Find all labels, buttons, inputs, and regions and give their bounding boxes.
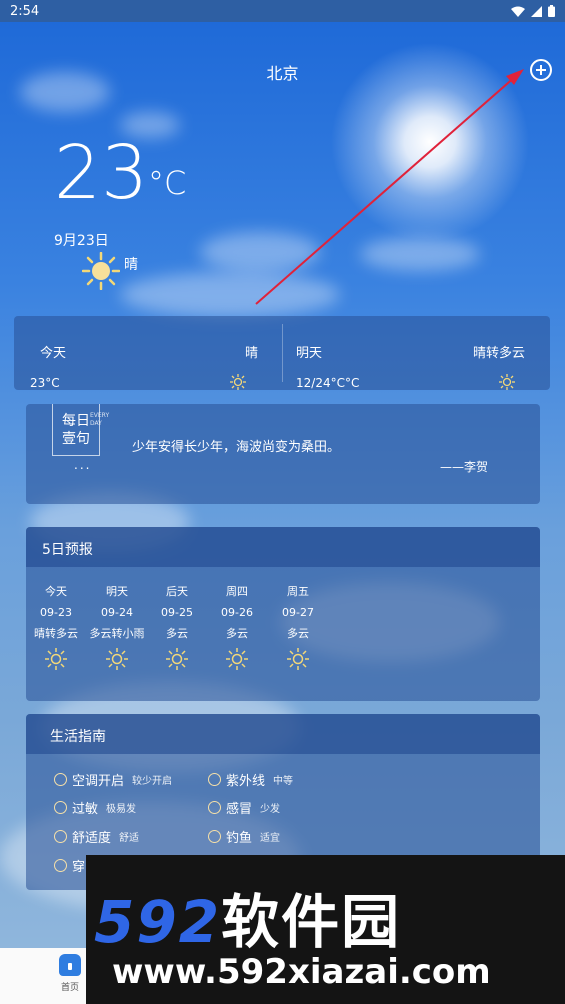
dressing-icon (54, 859, 67, 872)
forecast-date: 09-23 (40, 606, 72, 619)
signal-icon (531, 5, 542, 17)
tomorrow-temp: 12/24°C°C (296, 376, 360, 390)
current-temperature: 23 (54, 130, 149, 216)
guide-item[interactable]: 钓鱼 适宜 (208, 827, 280, 846)
forecast-date: 09-27 (282, 606, 314, 619)
forecast-condition: 晴转多云 (34, 627, 78, 640)
forecast-day-name: 周四 (226, 585, 248, 598)
today-sun-icon (230, 374, 246, 390)
forecast-day[interactable]: 今天 09-23 晴转多云 (26, 581, 86, 670)
battery-icon (548, 5, 555, 17)
status-time: 2:54 (10, 3, 40, 19)
forecast-sun-icon (106, 648, 128, 670)
daily-quote-badge-en: EVERY DAY (90, 412, 110, 427)
watermark-number: 592 (94, 888, 222, 956)
status-bar: 2:54 (0, 0, 565, 22)
comfort-icon (54, 830, 67, 843)
sun-icon (82, 252, 120, 290)
cold-icon (208, 801, 221, 814)
uv-icon (208, 773, 221, 786)
today-condition: 晴 (245, 346, 259, 361)
forecast-day-name: 今天 (45, 585, 67, 598)
guide-item[interactable]: 空调开启 较少开启 (54, 770, 172, 789)
forecast-day[interactable]: 周四 09-26 多云 (207, 581, 267, 670)
forecast-title: 5日预报 (42, 542, 93, 558)
forecast-condition: 多云转小雨 (89, 627, 145, 640)
forecast-sun-icon (287, 648, 309, 670)
forecast-sun-icon (45, 648, 67, 670)
tomorrow-label: 明天 (296, 346, 323, 361)
forecast-date: 09-25 (161, 606, 193, 619)
city-name[interactable]: 北京 (0, 60, 565, 84)
five-day-forecast: 5日预报 今天 09-23 晴转多云 明天 09-24 多云转小雨 后天 09-25 多云 周四 0… (26, 527, 540, 701)
aircon-icon (54, 773, 67, 786)
wifi-icon (511, 6, 525, 17)
quote-author: ——李贺 (440, 460, 489, 474)
guide-item[interactable]: 舒适度 舒适 (54, 827, 139, 846)
today-label: 今天 (40, 346, 67, 361)
guide-item[interactable]: 过敏 极易发 (54, 798, 136, 817)
home-icon (59, 954, 81, 976)
forecast-day[interactable]: 明天 09-24 多云转小雨 (87, 581, 147, 670)
forecast-condition: 多云 (287, 627, 309, 640)
forecast-date: 09-26 (221, 606, 253, 619)
forecast-day-name: 周五 (287, 585, 309, 598)
add-city-button[interactable] (530, 59, 552, 81)
daily-quote-card[interactable]: 每日 壹句 EVERY DAY ... 少年安得长少年，海波尚变为桑田。 ——李贺 (26, 404, 540, 504)
forecast-sun-icon (226, 648, 248, 670)
tomorrow-sun-icon (499, 374, 515, 390)
forecast-condition: 多云 (166, 627, 188, 640)
watermark-url: www.592xiazai.com (112, 952, 491, 992)
forecast-day-name: 后天 (166, 585, 188, 598)
forecast-date: 09-24 (101, 606, 133, 619)
watermark-brand: 软件园 (221, 888, 402, 956)
guide-item[interactable]: 紫外线 中等 (208, 770, 293, 789)
temperature-unit: °C (148, 164, 187, 202)
quote-text: 少年安得长少年，海波尚变为桑田。 (132, 440, 341, 455)
forecast-condition: 多云 (226, 627, 248, 640)
forecast-day[interactable]: 后天 09-25 多云 (147, 581, 207, 670)
allergy-icon (54, 801, 67, 814)
watermark-banner: 592软件园 www.592xiazai.com (86, 855, 565, 1004)
tomorrow-condition: 晴转多云 (473, 346, 526, 361)
forecast-sun-icon (166, 648, 188, 670)
today-temp: 23°C (30, 376, 60, 390)
guide-item[interactable]: 感冒 少发 (208, 798, 280, 817)
current-date: 9月23日 (54, 233, 109, 249)
today-tomorrow-card[interactable]: 今天 晴 23°C 明天 晴转多云 12/24°C°C (14, 316, 550, 390)
guide-title: 生活指南 (50, 729, 106, 745)
forecast-day-name: 明天 (106, 585, 128, 598)
daily-quote-dots: ... (74, 458, 92, 472)
forecast-day[interactable]: 周五 09-27 多云 (268, 581, 328, 670)
current-condition: 晴 (124, 257, 138, 273)
nav-home[interactable]: 首页 (56, 954, 84, 993)
fishing-icon (208, 830, 221, 843)
